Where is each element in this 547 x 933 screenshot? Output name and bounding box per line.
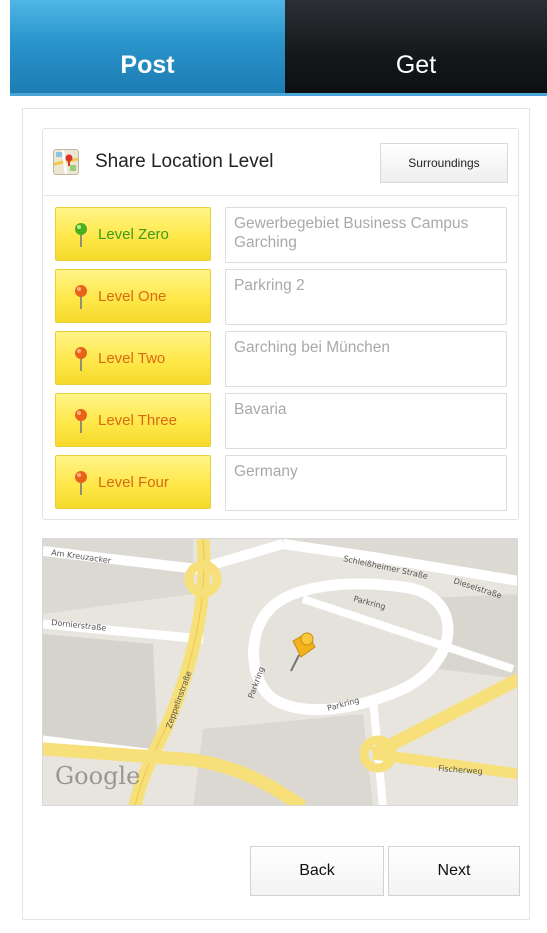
- level-two-label: Level Two: [98, 350, 166, 367]
- level-row: Level One Parkring 2: [55, 267, 515, 329]
- tab-post-label: Post: [120, 51, 175, 79]
- google-logo: Google: [55, 762, 140, 790]
- pin-orange-icon: [75, 347, 87, 371]
- map-canvas: Am Kreuzacker Schleißheimer Straße Diese…: [43, 539, 517, 805]
- pin-green-icon: [75, 223, 87, 247]
- level-three-value: Bavaria: [225, 393, 507, 449]
- level-one-label: Level One: [98, 288, 167, 305]
- card-header: Share Location Level Surroundings: [43, 129, 518, 196]
- map-icon: [53, 149, 79, 175]
- level-row: Level Zero Gewerbegebiet Business Campus…: [55, 205, 515, 267]
- level-zero-value: Gewerbegebiet Business Campus Garching: [225, 207, 507, 263]
- tab-post[interactable]: Post: [10, 0, 285, 93]
- level-row: Level Three Bavaria: [55, 391, 515, 453]
- card-title: Share Location Level: [95, 151, 274, 172]
- level-row: Level Two Garching bei München: [55, 329, 515, 391]
- level-one-value: Parkring 2: [225, 269, 507, 325]
- level-three-button[interactable]: Level Three: [55, 393, 211, 447]
- level-three-label: Level Three: [98, 412, 177, 429]
- level-row: Level Four Germany: [55, 453, 515, 515]
- map-view[interactable]: Am Kreuzacker Schleißheimer Straße Diese…: [42, 538, 518, 806]
- level-zero-label: Level Zero: [98, 226, 169, 243]
- pin-orange-icon: [75, 285, 87, 309]
- pin-orange-icon: [75, 409, 87, 433]
- level-one-button[interactable]: Level One: [55, 269, 211, 323]
- level-two-button[interactable]: Level Two: [55, 331, 211, 385]
- pin-orange-icon: [75, 471, 87, 495]
- app-screen: Post Get Share Location Level Surroundin…: [0, 0, 547, 933]
- level-list: Level Zero Gewerbegebiet Business Campus…: [55, 205, 515, 515]
- level-four-button[interactable]: Level Four: [55, 455, 211, 509]
- level-zero-button[interactable]: Level Zero: [55, 207, 211, 261]
- tab-get[interactable]: Get: [285, 0, 547, 93]
- tab-underline: [10, 93, 547, 96]
- back-button[interactable]: Back: [250, 846, 384, 896]
- level-two-value: Garching bei München: [225, 331, 507, 387]
- level-four-label: Level Four: [98, 474, 169, 491]
- level-four-value: Germany: [225, 455, 507, 511]
- next-button[interactable]: Next: [388, 846, 520, 896]
- tab-bar: Post Get: [10, 0, 547, 93]
- surroundings-button[interactable]: Surroundings: [380, 143, 508, 183]
- tab-get-label: Get: [395, 51, 437, 79]
- share-location-card: Share Location Level Surroundings Level …: [42, 128, 519, 520]
